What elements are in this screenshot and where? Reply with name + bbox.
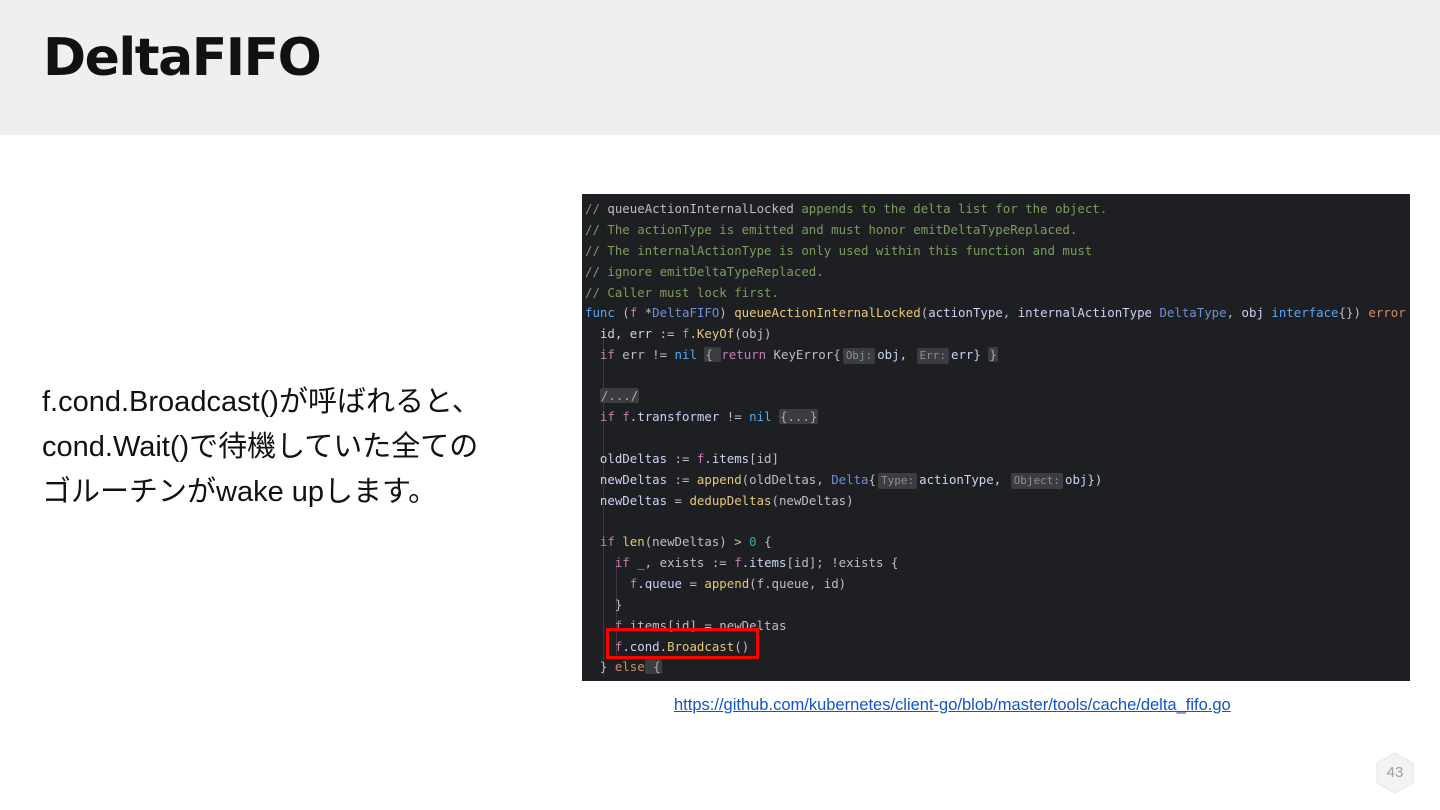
- code-line-14: newDeltas := append(oldDeltas, Delta{Typ…: [599, 472, 1103, 489]
- code-line-18: if _, exists := f.items[id]; !exists {: [614, 555, 899, 570]
- code-line-17: if len(newDeltas) > 0 {: [599, 534, 772, 549]
- code-line-10: /.../: [585, 385, 640, 406]
- code-line-6: func (f *DeltaFIFO) queueActionInternalL…: [585, 305, 1406, 320]
- page-number-badge: 43: [1375, 752, 1415, 794]
- page-number: 43: [1386, 764, 1404, 781]
- inlay-hint: Obj:: [842, 348, 876, 364]
- code-line-7: id, err := f.KeyOf(obj): [599, 326, 772, 341]
- slide-title: DeltaFIFO: [43, 28, 322, 88]
- code-line-2: // The actionType is emitted and must ho…: [585, 222, 1078, 237]
- inlay-hint: Type:: [877, 473, 918, 489]
- code-line-4: // ignore emitDeltaTypeReplaced.: [585, 264, 824, 279]
- body-line: ゴルーチンがwake upします。: [42, 476, 438, 508]
- source-link[interactable]: https://github.com/kubernetes/client-go/…: [674, 696, 1231, 715]
- code-line-11: if f.transformer != nil {...}: [599, 409, 819, 424]
- code-screenshot: // queueActionInternalLocked appends to …: [582, 194, 1410, 681]
- code-line-3: // The internalActionType is only used w…: [585, 243, 1093, 258]
- slide-header: DeltaFIFO: [0, 0, 1440, 135]
- slide-body-text: f.cond.Broadcast()が呼ばれると、 cond.Wait()で待機…: [42, 380, 532, 515]
- code-line-5: // Caller must lock first.: [585, 285, 779, 300]
- broadcast-highlight-box: [606, 628, 759, 659]
- code-line-23: } else {: [599, 659, 662, 674]
- folded-region[interactable]: /.../: [599, 388, 640, 403]
- body-line: cond.Wait()で待機していた全ての: [42, 431, 479, 463]
- folded-region[interactable]: {...}: [779, 409, 819, 424]
- code-line-15: newDeltas = dedupDeltas(newDeltas): [599, 493, 854, 508]
- code-line-20: }: [614, 597, 623, 612]
- code-line-19: f.queue = append(f.queue, id): [629, 576, 847, 591]
- code-line-8: if err != nil { return KeyError{Obj: obj,…: [599, 347, 998, 364]
- code-line-1: // queueActionInternalLocked appends to …: [585, 201, 1108, 216]
- body-line: f.cond.Broadcast()が呼ばれると、: [42, 386, 481, 418]
- code-line-13: oldDeltas := f.items[id]: [599, 451, 779, 466]
- inlay-hint: Object:: [1010, 473, 1063, 489]
- inlay-hint: Err:: [916, 348, 949, 364]
